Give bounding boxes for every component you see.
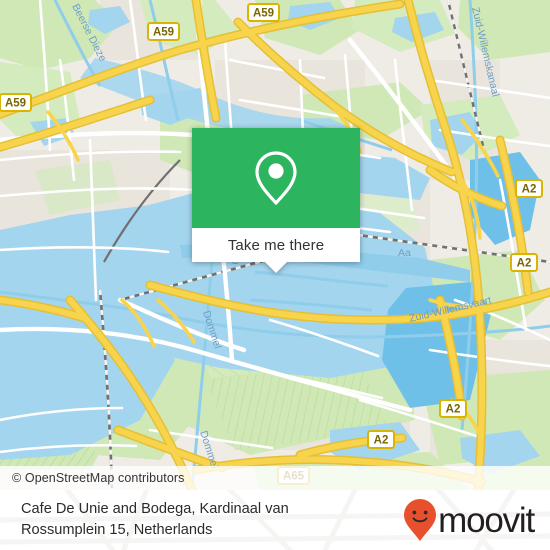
moovit-smiley-pin-icon (404, 499, 437, 541)
road-shield-a2-4: A2 (367, 430, 395, 449)
osm-attribution-text: © OpenStreetMap contributors (12, 471, 185, 485)
road-shield-a59-1: A59 (247, 3, 280, 22)
moovit-wordmark: moovit (438, 500, 535, 540)
take-me-there-button[interactable]: Take me there (192, 228, 360, 273)
place-address-line2: Rossumplein 15, Netherlands (21, 522, 213, 538)
callout-tail (265, 262, 287, 273)
moovit-logo[interactable]: moovit (403, 498, 535, 542)
osm-attribution-bar[interactable]: © OpenStreetMap contributors (0, 466, 550, 490)
road-shield-a2-3: A2 (439, 399, 467, 418)
road-shield-a2-2: A2 (510, 253, 538, 272)
svg-text:A2: A2 (446, 404, 461, 416)
road-shield-a2-1: A2 (515, 179, 543, 198)
svg-text:A59: A59 (5, 98, 26, 110)
road-shield-a59-3: A59 (0, 93, 32, 112)
callout-icon-area (192, 128, 360, 228)
svg-text:A2: A2 (517, 258, 532, 270)
water-label-aa: Aa (398, 247, 411, 259)
svg-text:A59: A59 (253, 8, 274, 20)
svg-text:A59: A59 (153, 27, 174, 39)
svg-text:A2: A2 (374, 435, 389, 447)
moovit-place-screenshot: Dommel Dommel D Aa Zuid-Willemsvaart Bee… (0, 0, 550, 550)
footer-bar: Cafe De Unie and Bodega, Kardinaal van R… (0, 490, 550, 550)
place-address-line1: Cafe De Unie and Bodega, Kardinaal van (21, 500, 289, 517)
road-shield-a59-2: A59 (147, 22, 180, 41)
map-pin-icon (255, 151, 297, 205)
place-address: Cafe De Unie and Bodega, Kardinaal van R… (21, 499, 289, 541)
take-me-there-label: Take me there (227, 236, 325, 254)
place-callout-card[interactable]: Take me there (192, 128, 360, 273)
svg-text:A2: A2 (522, 184, 537, 196)
